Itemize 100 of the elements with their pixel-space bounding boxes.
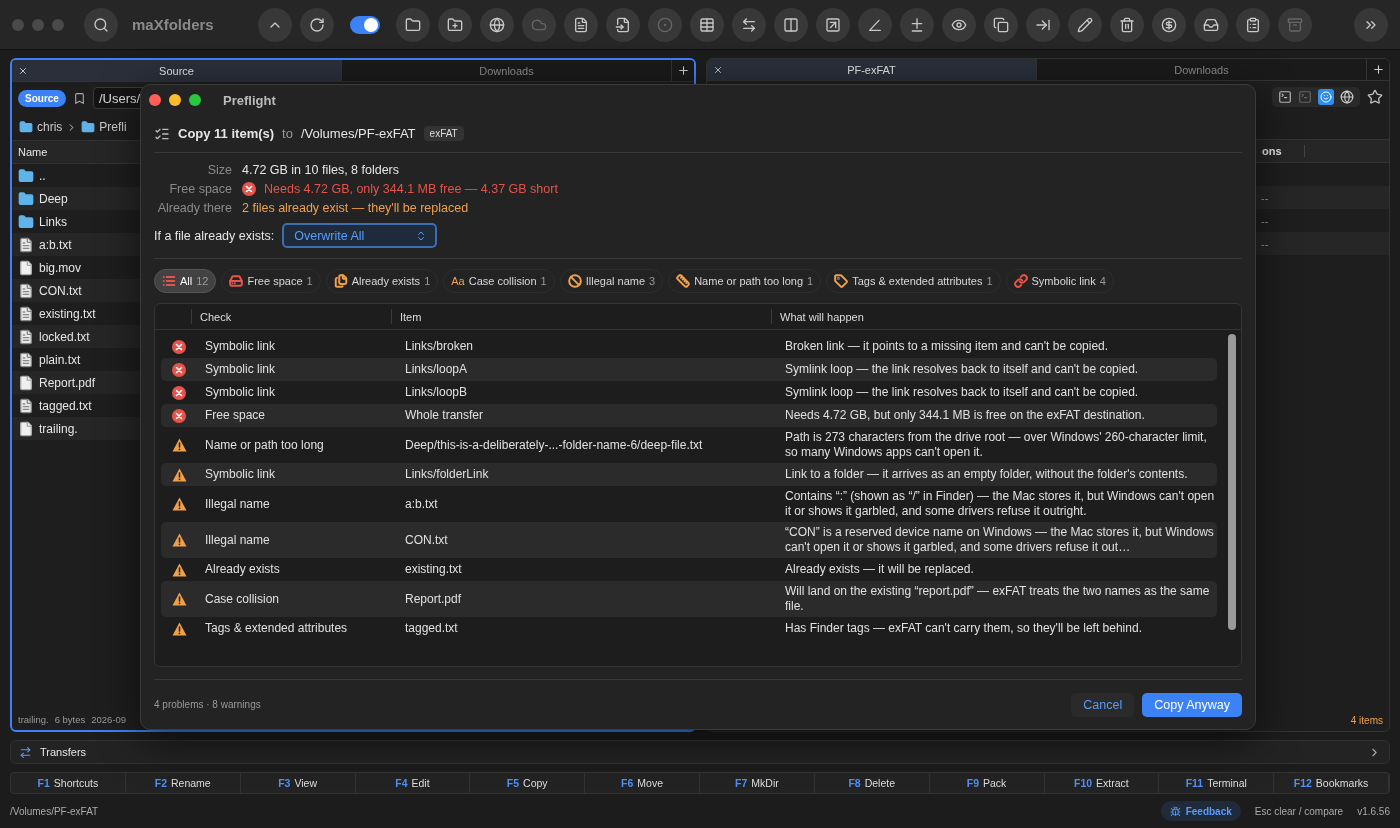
item-cell-text: Links/loopB <box>404 385 469 400</box>
add-tab-button[interactable] <box>1367 59 1389 80</box>
issue-row[interactable]: Symbolic link Links/broken Broken link — it points to a missing item and can't be copied. <box>161 335 1217 358</box>
toolbar-button[interactable] <box>605 7 640 42</box>
filter-chip[interactable]: All 12 <box>154 269 217 293</box>
face-icon[interactable] <box>1318 89 1334 105</box>
info-value: 4.72 GB in 10 files, 8 folders <box>242 163 400 177</box>
filter-chip[interactable]: Free space 1 <box>221 269 321 293</box>
function-key-button[interactable]: F8 Delete <box>814 773 930 793</box>
toolbar-button[interactable] <box>857 7 892 42</box>
function-key-button[interactable]: F5 Copy <box>470 773 586 793</box>
toolbar-button[interactable] <box>1025 7 1060 42</box>
toolbar-button[interactable] <box>731 7 766 42</box>
globe-icon[interactable] <box>1340 90 1354 104</box>
zoom-window-button[interactable] <box>189 94 201 106</box>
toolbar-button[interactable] <box>983 7 1018 42</box>
add-tab-button[interactable] <box>672 60 694 81</box>
issue-row[interactable]: Illegal name CON.txt “CON” is a reserved device name on Windows — the Mac stores it, but Windows can't open it or shows it garbled, and some drivers refuse it out… <box>161 522 1217 558</box>
globe-icon <box>488 16 505 33</box>
toolbar-button[interactable] <box>1151 7 1186 42</box>
toolbar-button[interactable] <box>479 7 514 42</box>
file-name[interactable]: tagged.txt <box>39 398 92 413</box>
issue-row[interactable]: Case collision Report.pdf Will land on the existing “report.pdf” — exFAT treats the two names as the same file. <box>161 581 1217 617</box>
close-window-button[interactable] <box>149 94 161 106</box>
toggle-switch[interactable] <box>349 15 380 34</box>
column-header[interactable]: Item <box>400 310 422 323</box>
cancel-button[interactable]: Cancel <box>1071 692 1135 717</box>
confirm-button[interactable]: Copy Anyway <box>1142 692 1242 717</box>
function-key-button[interactable]: F11 Terminal <box>1159 773 1275 793</box>
check-cell-text: Symbolic link <box>204 385 277 400</box>
terminal-icon[interactable] <box>1278 90 1292 104</box>
scrollbar[interactable] <box>1228 334 1236 630</box>
toolbar-button[interactable] <box>563 7 598 42</box>
feedback-button[interactable]: Feedback <box>1160 801 1241 821</box>
minimize-window-button[interactable] <box>169 94 181 106</box>
function-key-button[interactable]: F6 Move <box>585 773 700 793</box>
file-name[interactable]: trailing. <box>39 421 78 436</box>
function-key-button[interactable]: F7 MkDir <box>700 773 815 793</box>
toolbar-button[interactable] <box>1109 7 1144 42</box>
conflict-select[interactable]: Overwrite All <box>282 223 438 248</box>
toolbar-button[interactable] <box>299 7 334 42</box>
filter-chip[interactable]: Illegal name 3 <box>559 269 664 293</box>
function-key-button[interactable]: F1 Shortcuts <box>11 773 126 793</box>
toolbar-button[interactable] <box>395 7 430 42</box>
transfers-bar[interactable]: Transfers <box>10 740 1390 764</box>
file-name[interactable]: Deep <box>39 191 68 206</box>
function-key-button[interactable]: F12 Bookmarks <box>1274 773 1389 793</box>
tab[interactable]: Downloads <box>342 60 672 81</box>
search-button[interactable] <box>84 7 118 42</box>
star-icon[interactable] <box>1367 89 1383 105</box>
tab[interactable]: PF-exFAT <box>707 59 1037 80</box>
close-icon[interactable] <box>713 65 723 75</box>
issue-row[interactable]: Tags & extended attributes tagged.txt Has Finder tags — exFAT can't carry them, so they'll be left behind. <box>161 617 1217 640</box>
file-name[interactable]: .. <box>39 168 46 183</box>
breadcrumb-item[interactable]: chris <box>37 120 63 134</box>
filter-chip[interactable]: Symbolic link 4 <box>1005 269 1114 293</box>
file-name[interactable]: plain.txt <box>39 352 81 367</box>
issue-row[interactable]: Already exists existing.txt Already exists — it will be replaced. <box>161 558 1217 581</box>
toolbar-button[interactable] <box>689 7 724 42</box>
more-button[interactable] <box>1354 7 1388 42</box>
toolbar-button[interactable] <box>815 7 850 42</box>
function-key-button[interactable]: F3 View <box>240 773 356 793</box>
filter-chip[interactable]: Aa Case collision 1 <box>443 269 555 293</box>
issue-row[interactable]: Free space Whole transfer Needs 4.72 GB, but only 344.1 MB is free on the exFAT destination. <box>161 404 1217 427</box>
filter-chip[interactable]: Tags & extended attributes 1 <box>826 269 1001 293</box>
function-key-button[interactable]: F9 Pack <box>929 773 1045 793</box>
function-key-button[interactable]: F2 Rename <box>125 773 241 793</box>
toolbar-button[interactable] <box>437 7 472 42</box>
file-name[interactable]: Report.pdf <box>39 375 96 390</box>
issue-row[interactable]: Symbolic link Links/folderLink Link to a folder — it arrives as an empty folder, without the folder's contents. <box>161 463 1217 486</box>
column-header[interactable]: ons <box>1261 145 1305 157</box>
file-name[interactable]: Links <box>39 214 67 229</box>
function-key-button[interactable]: F10 Extract <box>1044 773 1160 793</box>
tab[interactable]: Downloads <box>1037 59 1367 80</box>
close-icon[interactable] <box>18 66 28 76</box>
column-header[interactable]: What will happen <box>780 310 864 323</box>
column-header[interactable]: Name <box>18 146 48 158</box>
issue-row[interactable]: Symbolic link Links/loopA Symlink loop — the link resolves back to itself and can't be copied. <box>161 358 1217 381</box>
file-name[interactable]: CON.txt <box>39 283 82 298</box>
file-name[interactable]: big.mov <box>39 260 82 275</box>
issue-row[interactable]: Name or path too long Deep/this-is-a-deliberately-...-folder-name-6/deep-file.txt Path is 273 characters from the drive root — over Windows' 260-character limit, so many Windows apps can't open it. <box>161 427 1217 463</box>
toolbar-button[interactable] <box>941 7 976 42</box>
column-header[interactable]: Check <box>200 310 232 323</box>
bug-icon <box>1169 805 1181 817</box>
toolbar-button[interactable] <box>1193 7 1228 42</box>
toolbar-button[interactable] <box>899 7 934 42</box>
toolbar-button[interactable] <box>773 7 808 42</box>
issue-row[interactable]: Symbolic link Links/loopB Symlink loop — the link resolves back to itself and can't be copied. <box>161 381 1217 404</box>
file-name[interactable]: existing.txt <box>39 306 96 321</box>
filter-chip[interactable]: Name or path too long 1 <box>668 269 822 293</box>
function-key-button[interactable]: F4 Edit <box>355 773 471 793</box>
file-name[interactable]: a:b.txt <box>39 237 72 252</box>
breadcrumb-item[interactable]: Prefli <box>99 120 127 134</box>
toolbar-button[interactable] <box>1067 7 1102 42</box>
bookmark-icon[interactable] <box>72 91 86 105</box>
tab[interactable]: Source <box>12 60 342 81</box>
filter-chip[interactable]: Already exists 1 <box>325 269 439 293</box>
issue-row[interactable]: Illegal name a:b.txt Contains “:” (shown as “/” in Finder) — the Mac stores it, but Windows can't open it or shows it garbled, and some drivers refuse it outright. <box>161 486 1217 522</box>
toolbar-button[interactable] <box>1235 7 1270 42</box>
file-name[interactable]: locked.txt <box>39 329 90 344</box>
